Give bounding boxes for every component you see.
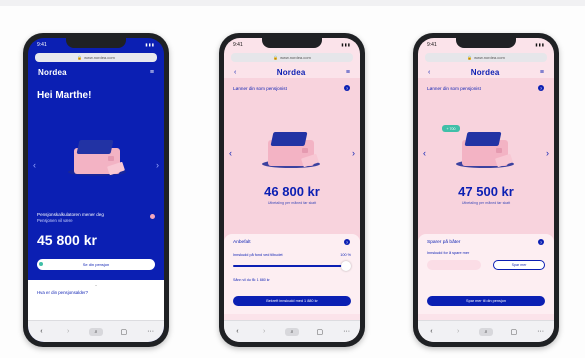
browser-back-icon[interactable]: ‹ xyxy=(425,328,437,335)
slider-track[interactable] xyxy=(233,265,346,267)
browser-toolbar: ‹ › ⌕ ▢ ··· xyxy=(418,320,554,342)
amount-caption: Utbetaling per måned før skatt xyxy=(461,201,511,205)
app-header: ‹ Nordea ≡ xyxy=(418,65,554,79)
carousel-next-icon[interactable]: › xyxy=(352,148,355,158)
wallet-illustration xyxy=(68,138,126,176)
browser-tabs-icon[interactable]: ▢ xyxy=(508,328,520,336)
phone-home: 9:41 ▮▮▮ 🔒 www.nordea.com Nordea ≡ Hei M… xyxy=(23,33,169,347)
section-title: Anbefalt xyxy=(233,240,251,245)
top-strip xyxy=(0,0,585,6)
notification-dot xyxy=(150,214,155,219)
deposit-amount-input[interactable] xyxy=(427,260,481,270)
slider-handle[interactable] xyxy=(341,261,351,271)
greeting-title: Hei Marthe! xyxy=(37,90,92,101)
back-icon[interactable]: ‹ xyxy=(234,69,236,76)
browser-tabs-icon[interactable]: ▢ xyxy=(314,328,326,336)
card-heading: Lønner din som pensjonist xyxy=(427,86,481,91)
status-time: 9:41 xyxy=(37,42,47,48)
browser-more-icon[interactable]: ··· xyxy=(145,328,157,335)
url-bar[interactable]: 🔒 www.nordea.com xyxy=(231,53,353,62)
browser-back-icon[interactable]: ‹ xyxy=(231,328,243,335)
carousel-next-icon[interactable]: › xyxy=(546,148,549,158)
browser-forward-icon[interactable]: › xyxy=(452,328,464,335)
menu-icon[interactable]: ≡ xyxy=(540,69,544,76)
carousel-prev-icon[interactable]: ‹ xyxy=(33,160,36,170)
browser-search-icon[interactable]: ⌕ xyxy=(478,327,493,336)
nordea-logo: Nordea xyxy=(470,67,500,77)
lower-panel: ⌄ Hva er din pensjonsalder? xyxy=(28,280,164,320)
save-more-button[interactable]: Spar mer til din pensjon xyxy=(427,296,545,306)
url-bar[interactable]: 🔒 www.nordea.com xyxy=(425,53,547,62)
status-time: 9:41 xyxy=(427,42,437,48)
lock-icon: 🔒 xyxy=(77,55,83,60)
nordea-logo: Nordea xyxy=(276,67,306,77)
browser-search-icon[interactable]: ⌕ xyxy=(88,327,103,336)
nordea-logo: Nordea xyxy=(38,67,67,77)
status-time: 9:41 xyxy=(233,42,243,48)
see-pension-button[interactable]: Se din pensjon xyxy=(37,259,155,270)
phone-notch xyxy=(262,38,322,48)
status-dot xyxy=(39,262,43,266)
browser-tabs-icon[interactable]: ▢ xyxy=(118,328,130,336)
pension-age-link[interactable]: Hva er din pensjonsalder? xyxy=(37,290,88,295)
increase-badge: + 700 xyxy=(442,125,460,132)
phone-screen: 9:41 ▮▮▮ 🔒 www.nordea.com ‹ Nordea ≡ Løn… xyxy=(224,38,360,342)
screenshot-stage: 9:41 ▮▮▮ 🔒 www.nordea.com Nordea ≡ Hei M… xyxy=(0,0,585,358)
phone-screen: 9:41 ▮▮▮ 🔒 www.nordea.com Nordea ≡ Hei M… xyxy=(28,38,164,342)
browser-toolbar: ‹ › ⌕ ▢ ··· xyxy=(28,320,164,342)
confirm-deposit-button[interactable]: Bekreft innskudd med 1 880 kr xyxy=(233,296,351,306)
menu-icon[interactable]: ≡ xyxy=(346,69,350,76)
section-title: Sparer på båter xyxy=(427,240,461,245)
lock-icon: 🔒 xyxy=(273,55,279,60)
carousel-prev-icon[interactable]: ‹ xyxy=(229,148,232,158)
url-text: www.nordea.com xyxy=(280,55,311,60)
browser-forward-icon[interactable]: › xyxy=(258,328,270,335)
slider-label: Innskudd på fond ved tilbudet xyxy=(233,253,283,257)
pension-amount: 46 800 kr xyxy=(264,184,320,199)
browser-back-icon[interactable]: ‹ xyxy=(35,328,47,335)
wallet-illustration xyxy=(262,130,320,168)
pension-amount: 47 500 kr xyxy=(458,184,514,199)
phone-save-more: 9:41 ▮▮▮ 🔒 www.nordea.com ‹ Nordea ≡ Løn… xyxy=(413,33,559,347)
phone-screen: 9:41 ▮▮▮ 🔒 www.nordea.com ‹ Nordea ≡ Løn… xyxy=(418,38,554,342)
wallet-illustration xyxy=(456,130,514,168)
info-icon[interactable]: ? xyxy=(344,239,350,245)
phone-notch xyxy=(66,38,126,48)
info-icon[interactable]: ? xyxy=(538,239,544,245)
lock-icon: 🔒 xyxy=(467,55,473,60)
phone-recommendation: 9:41 ▮▮▮ 🔒 www.nordea.com ‹ Nordea ≡ Løn… xyxy=(219,33,365,347)
carousel-next-icon[interactable]: › xyxy=(156,160,159,170)
url-text: www.nordea.com xyxy=(84,55,115,60)
menu-icon[interactable]: ≡ xyxy=(150,69,154,76)
browser-toolbar: ‹ › ⌕ ▢ ··· xyxy=(224,320,360,342)
card-heading: Lønner din som pensjonist xyxy=(233,86,287,91)
browser-forward-icon[interactable]: › xyxy=(62,328,74,335)
amount-caption: Utbetaling per måned før skatt xyxy=(267,201,317,205)
chevron-down-icon[interactable]: ⌄ xyxy=(28,282,164,287)
notice-text: Pensjonen vil være xyxy=(37,217,73,223)
url-bar[interactable]: 🔒 www.nordea.com xyxy=(35,53,157,62)
pension-notice: Pensjonskalkulatoren mener deg Pensjonen… xyxy=(37,212,141,223)
back-icon[interactable]: ‹ xyxy=(428,69,430,76)
browser-search-icon[interactable]: ⌕ xyxy=(284,327,299,336)
phone-notch xyxy=(456,38,516,48)
carousel-prev-icon[interactable]: ‹ xyxy=(423,148,426,158)
pension-amount: 45 800 kr xyxy=(37,232,97,248)
info-icon[interactable]: ? xyxy=(344,85,350,91)
slider-note: Sånn vil du få: 1 880 kr xyxy=(233,278,270,282)
slider-labels: Innskudd på fond ved tilbudet 100 % xyxy=(233,253,351,257)
browser-more-icon[interactable]: ··· xyxy=(535,328,547,335)
app-header: ‹ Nordea ≡ xyxy=(224,65,360,79)
url-text: www.nordea.com xyxy=(474,55,505,60)
signal-icon: ▮▮▮ xyxy=(341,42,351,47)
field-label: Innskudd for å spare mer xyxy=(427,251,470,255)
slider-value: 100 % xyxy=(340,253,351,257)
save-more-pill-button[interactable]: Spar mer xyxy=(493,260,545,270)
signal-icon: ▮▮▮ xyxy=(145,42,155,47)
signal-icon: ▮▮▮ xyxy=(535,42,545,47)
app-header: Nordea ≡ xyxy=(28,65,164,79)
info-icon[interactable]: ? xyxy=(538,85,544,91)
browser-more-icon[interactable]: ··· xyxy=(341,328,353,335)
